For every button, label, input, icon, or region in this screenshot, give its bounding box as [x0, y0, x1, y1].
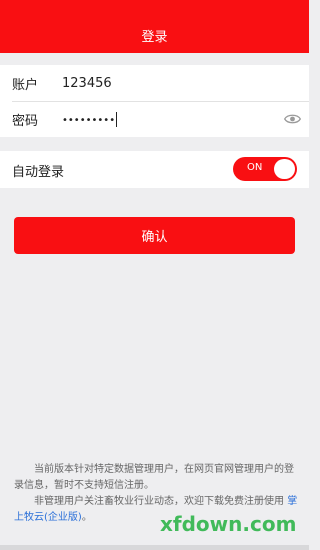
auto-login-label: 自动登录 — [12, 165, 65, 180]
password-label: 密码 — [12, 113, 39, 129]
watermark: xfdown.com — [160, 512, 297, 536]
notice-line-1: 当前版本针对特定数据管理用户，在网页官网管理用户的登录信息，暂时不支持短信注册。 — [14, 464, 294, 491]
password-value: ••••••••• — [62, 114, 116, 126]
auto-login-toggle[interactable]: ON — [233, 157, 297, 181]
text-cursor — [116, 111, 118, 127]
notice-line-2-suffix: 。 — [81, 512, 92, 523]
account-row[interactable]: 账户 123456 — [0, 65, 309, 101]
account-input[interactable]: 123456 — [62, 76, 112, 91]
bottom-edge — [0, 545, 309, 550]
eye-icon[interactable] — [284, 112, 301, 126]
confirm-button[interactable]: 确认 — [14, 217, 295, 254]
notice-line-2-prefix: 非管理用户关注畜牧业行业动态，欢迎下载免费注册使用 — [34, 496, 284, 507]
password-input[interactable]: ••••••••• — [62, 111, 118, 127]
toggle-knob — [274, 159, 295, 179]
login-form: 账户 123456 密码 ••••••••• — [0, 65, 309, 137]
top-bar: 登录 — [0, 0, 309, 53]
account-label: 账户 — [12, 77, 39, 93]
page-title: 登录 — [141, 30, 168, 45]
password-row[interactable]: 密码 ••••••••• — [0, 101, 309, 137]
toggle-state-text: ON — [247, 162, 263, 173]
